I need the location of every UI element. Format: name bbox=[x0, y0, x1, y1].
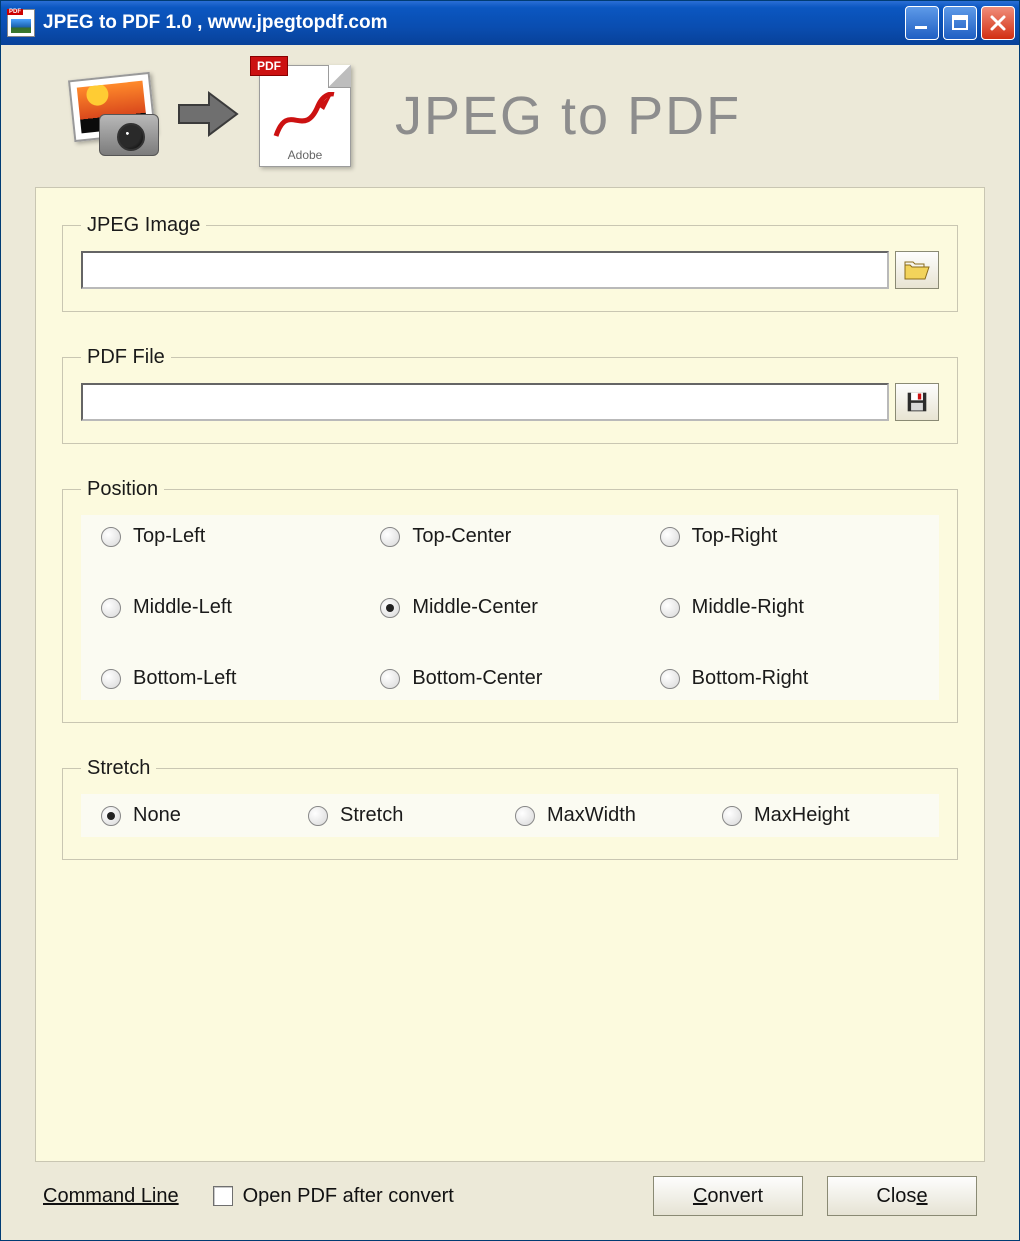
adobe-label: Adobe bbox=[260, 148, 350, 162]
pdf-path-input[interactable] bbox=[81, 383, 889, 421]
close-window-button[interactable] bbox=[981, 6, 1015, 40]
position-option-top-right[interactable]: Top-Right bbox=[660, 525, 929, 548]
close-icon bbox=[988, 13, 1008, 33]
position-option-middle-center[interactable]: Middle-Center bbox=[380, 596, 649, 619]
radio-label: Bottom-Left bbox=[133, 667, 236, 690]
maximize-icon bbox=[950, 13, 970, 33]
footer: Command Line Open PDF after convert Conv… bbox=[7, 1170, 1013, 1236]
radio-label: Top-Left bbox=[133, 525, 205, 548]
pdf-file-group: PDF File bbox=[62, 346, 958, 444]
radio-label: Stretch bbox=[340, 804, 403, 827]
stretch-option-stretch[interactable]: Stretch bbox=[308, 804, 515, 827]
radio-dot bbox=[380, 598, 400, 618]
radio-dot bbox=[380, 669, 400, 689]
floppy-save-icon bbox=[904, 391, 930, 413]
stretch-option-maxwidth[interactable]: MaxWidth bbox=[515, 804, 722, 827]
command-line-link[interactable]: Command Line bbox=[43, 1185, 179, 1208]
radio-label: Middle-Right bbox=[692, 596, 804, 619]
radio-dot bbox=[101, 598, 121, 618]
position-option-middle-left[interactable]: Middle-Left bbox=[101, 596, 370, 619]
radio-dot bbox=[660, 669, 680, 689]
jpeg-browse-button[interactable] bbox=[895, 251, 939, 289]
titlebar: JPEG to PDF 1.0 , www.jpegtopdf.com bbox=[1, 1, 1019, 45]
minimize-icon bbox=[912, 13, 932, 33]
radio-dot bbox=[515, 806, 535, 826]
main-panel: JPEG Image PDF File bbox=[35, 187, 985, 1162]
header-banner: PDF Adobe JPEG to PDF bbox=[7, 49, 1013, 187]
open-pdf-after-checkbox[interactable]: Open PDF after convert bbox=[213, 1185, 454, 1208]
position-legend: Position bbox=[81, 478, 164, 501]
pdf-document-icon: PDF Adobe bbox=[259, 65, 351, 167]
minimize-button[interactable] bbox=[905, 6, 939, 40]
close-button[interactable]: Close bbox=[827, 1176, 977, 1216]
position-group: Position Top-Left Top-Center Top-Right Midd… bbox=[62, 478, 958, 723]
position-option-top-center[interactable]: Top-Center bbox=[380, 525, 649, 548]
banner-title: JPEG to PDF bbox=[395, 85, 741, 147]
jpeg-image-group: JPEG Image bbox=[62, 214, 958, 312]
radio-label: Middle-Center bbox=[412, 596, 538, 619]
stretch-legend: Stretch bbox=[81, 757, 156, 780]
maximize-button[interactable] bbox=[943, 6, 977, 40]
radio-dot bbox=[660, 527, 680, 547]
radio-label: Top-Right bbox=[692, 525, 778, 548]
jpeg-image-legend: JPEG Image bbox=[81, 214, 206, 237]
folder-open-icon bbox=[904, 259, 930, 281]
radio-label: Bottom-Center bbox=[412, 667, 542, 690]
radio-label: Bottom-Right bbox=[692, 667, 809, 690]
position-option-middle-right[interactable]: Middle-Right bbox=[660, 596, 929, 619]
radio-dot bbox=[660, 598, 680, 618]
window-title: JPEG to PDF 1.0 , www.jpegtopdf.com bbox=[43, 12, 905, 34]
radio-label: MaxWidth bbox=[547, 804, 636, 827]
radio-label: MaxHeight bbox=[754, 804, 850, 827]
pdf-save-button[interactable] bbox=[895, 383, 939, 421]
convert-button[interactable]: Convert bbox=[653, 1176, 803, 1216]
photo-camera-icon bbox=[63, 76, 159, 156]
radio-dot bbox=[308, 806, 328, 826]
radio-label: None bbox=[133, 804, 181, 827]
open-pdf-after-label: Open PDF after convert bbox=[243, 1185, 454, 1208]
stretch-option-maxheight[interactable]: MaxHeight bbox=[722, 804, 929, 827]
stretch-option-none[interactable]: None bbox=[101, 804, 308, 827]
arrow-right-icon bbox=[177, 87, 241, 146]
position-option-bottom-left[interactable]: Bottom-Left bbox=[101, 667, 370, 690]
radio-label: Top-Center bbox=[412, 525, 511, 548]
position-option-top-left[interactable]: Top-Left bbox=[101, 525, 370, 548]
pdf-file-legend: PDF File bbox=[81, 346, 171, 369]
pdf-badge: PDF bbox=[250, 56, 288, 76]
app-window: JPEG to PDF 1.0 , www.jpegtopdf.com bbox=[0, 0, 1020, 1241]
radio-dot bbox=[101, 669, 121, 689]
radio-dot bbox=[101, 806, 121, 826]
radio-dot bbox=[722, 806, 742, 826]
checkbox-box bbox=[213, 1186, 233, 1206]
radio-dot bbox=[101, 527, 121, 547]
jpeg-path-input[interactable] bbox=[81, 251, 889, 289]
radio-label: Middle-Left bbox=[133, 596, 232, 619]
stretch-group: Stretch None Stretch MaxWidth MaxHeight bbox=[62, 757, 958, 860]
app-icon bbox=[7, 9, 35, 37]
position-option-bottom-center[interactable]: Bottom-Center bbox=[380, 667, 649, 690]
position-option-bottom-right[interactable]: Bottom-Right bbox=[660, 667, 929, 690]
radio-dot bbox=[380, 527, 400, 547]
